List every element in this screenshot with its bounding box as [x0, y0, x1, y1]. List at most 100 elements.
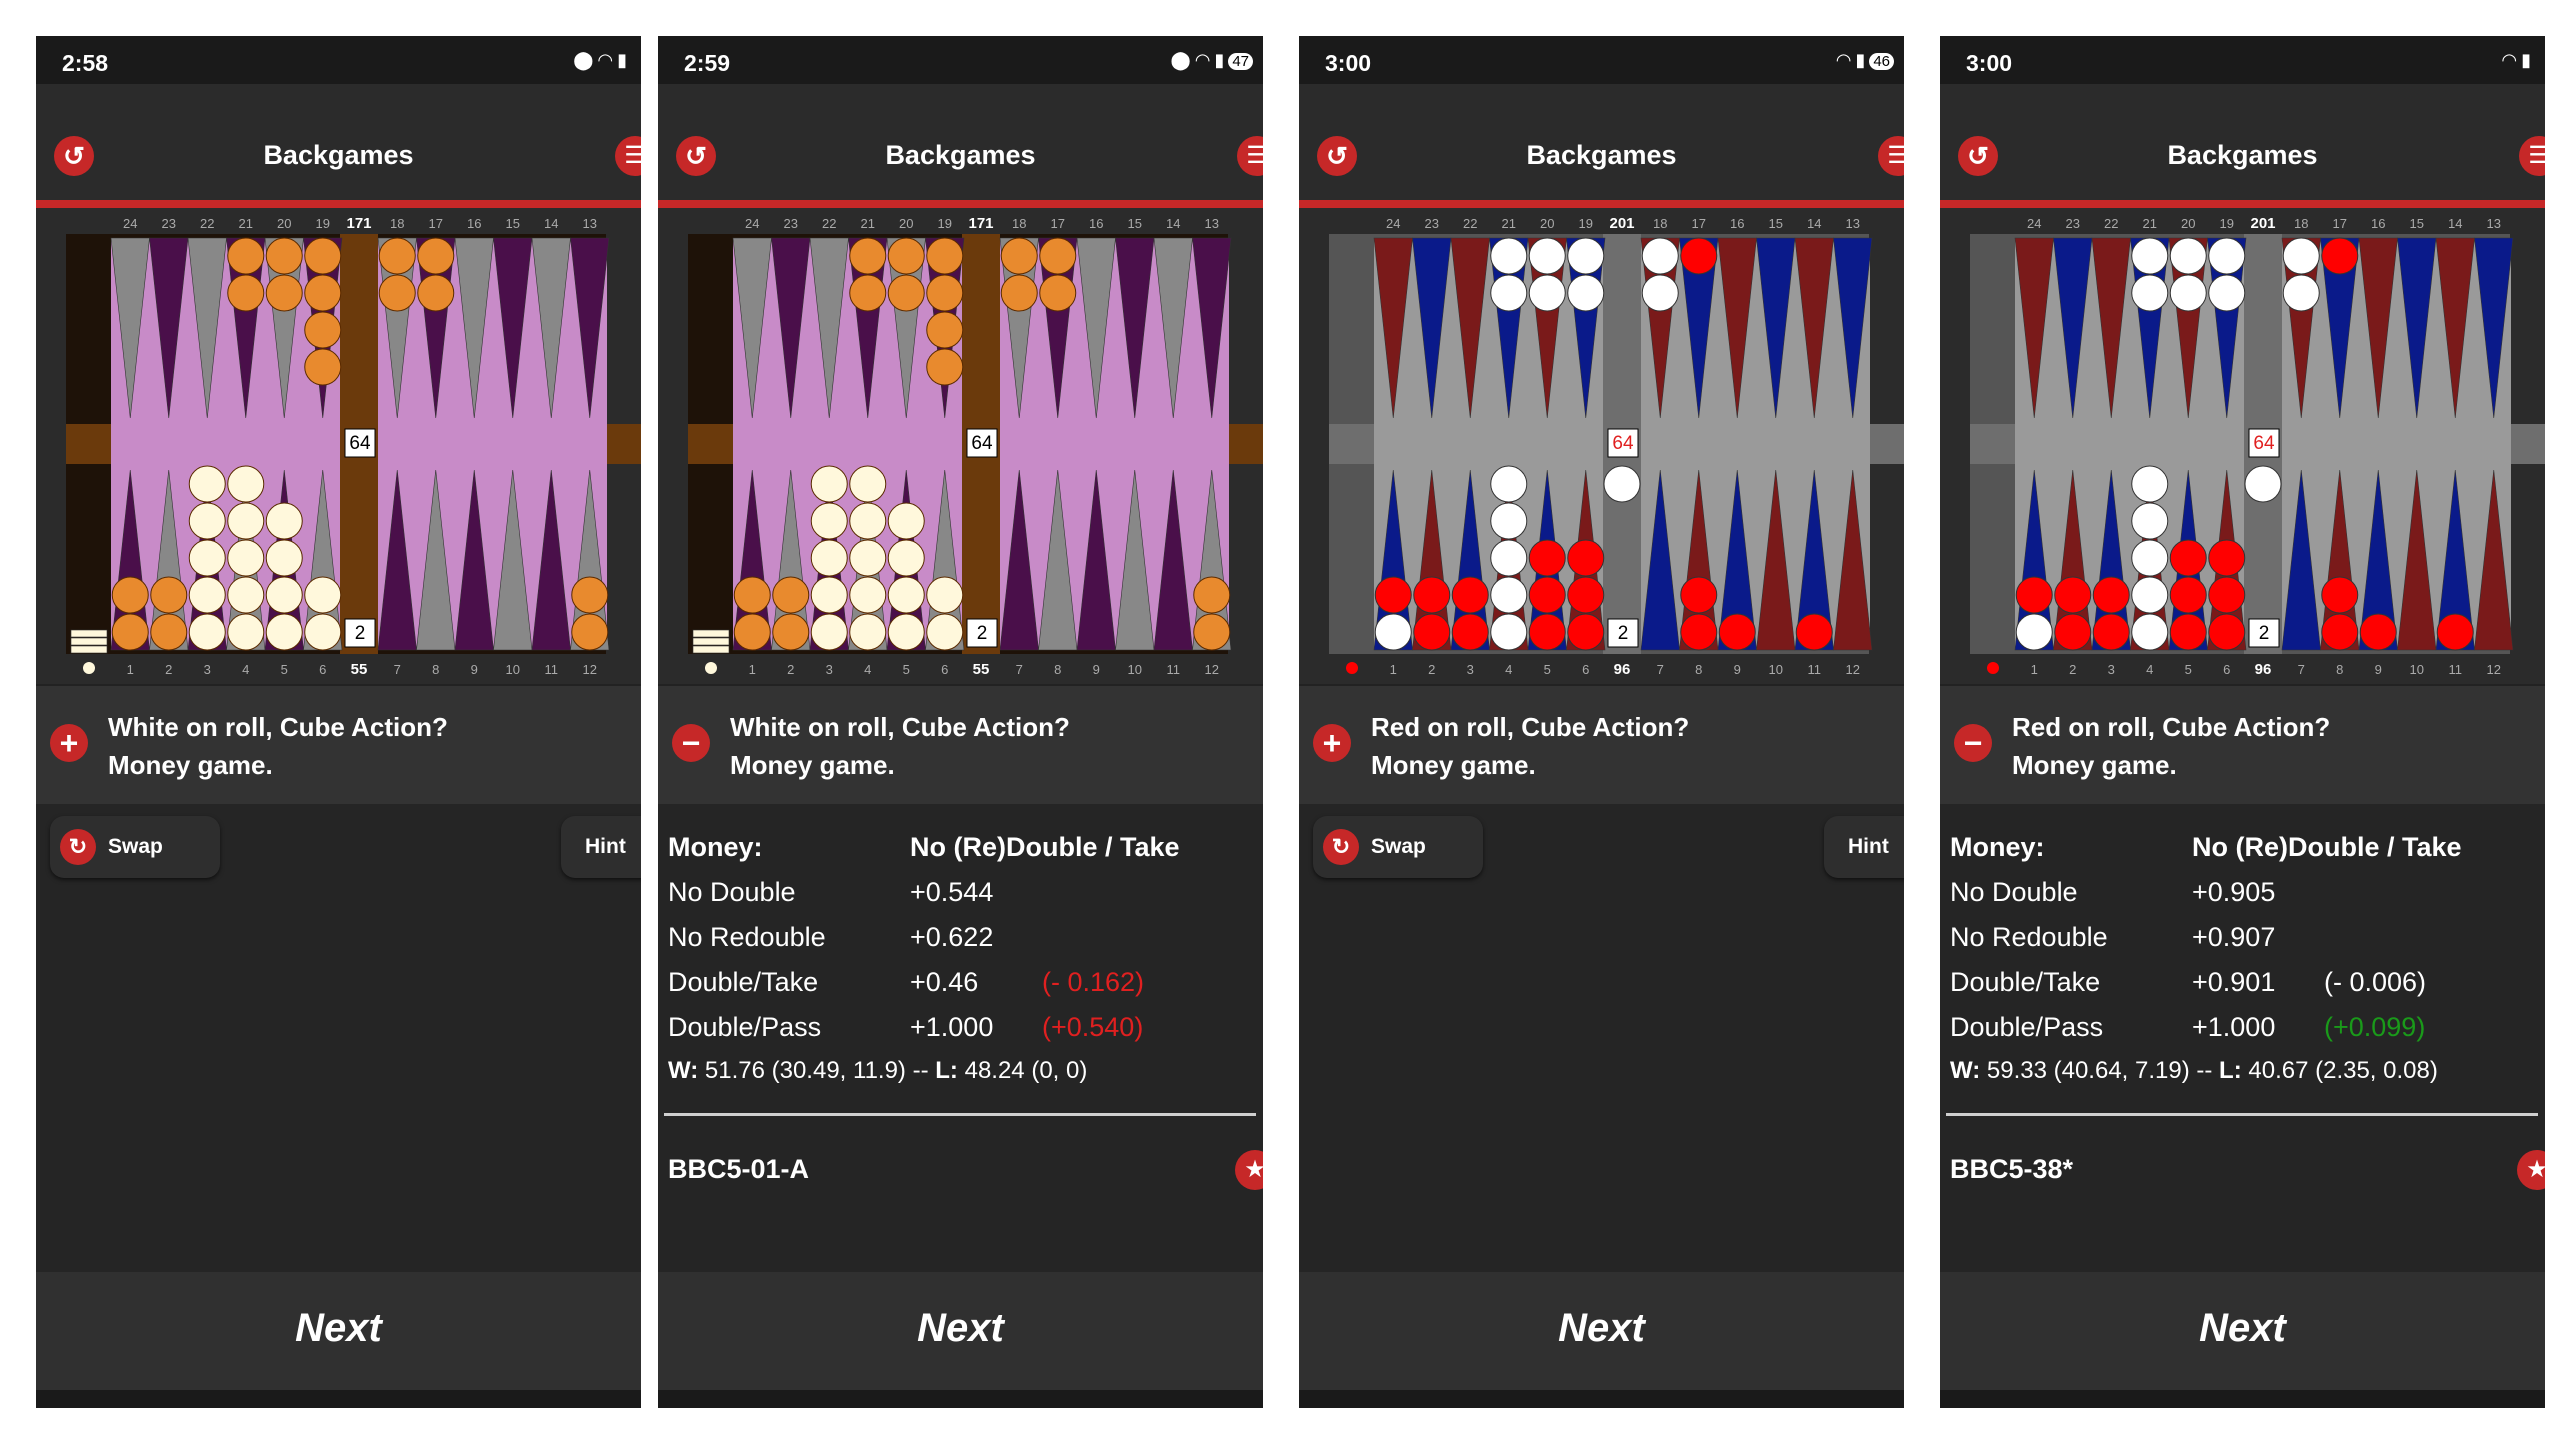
checker — [188, 576, 226, 614]
point-number-label: 3 — [1467, 662, 1474, 677]
checker — [227, 539, 265, 577]
backgammon-board[interactable]: 2412322232142051961871781691510141113122… — [1940, 208, 2545, 708]
turn-indicator-dot — [83, 662, 95, 674]
board-container[interactable]: 24 1 23 2 22 3 21 4 20 5 19 6 18 7 17 8 16 9 15 10 14 11 13 12 2… — [1940, 208, 2545, 708]
checker — [926, 237, 964, 275]
analysis-row: Double/Pass +1.000 (+0.099) — [1950, 1012, 2535, 1057]
point-number-label: 13 — [1846, 216, 1860, 231]
checker — [265, 502, 303, 540]
phone-screen: 3:00 ◠▮ ↺ Backgames ☰ 24 1 23 2 22 3 21 4 20 5 19 6 18 7 17… — [1940, 36, 2545, 1408]
point-number-label: 7 — [2298, 662, 2305, 677]
point-number-label: 17 — [2333, 216, 2347, 231]
analysis-row: No Double +0.905 — [1950, 877, 2535, 922]
backgammon-board[interactable]: 2412322232142051961871781691510141113121… — [658, 208, 1263, 708]
backgammon-board[interactable]: 2412322232142051961871781691510141113121… — [36, 208, 641, 708]
loss-value: 40.67 (2.35, 0.08) — [2248, 1057, 2438, 1084]
checker — [304, 576, 342, 614]
checker — [1374, 576, 1412, 614]
board-container[interactable]: 24 1 23 2 22 3 21 4 20 5 19 6 18 7 17 8 16 9 15 10 14 11 13 12 2… — [1299, 208, 1904, 708]
pip-count-bottom: 96 — [1614, 661, 1631, 678]
point-number-label: 21 — [861, 216, 875, 231]
plus-icon[interactable]: + — [50, 724, 88, 762]
analysis-row-label: Double/Pass — [1950, 1012, 2104, 1042]
left-tray — [1329, 424, 1374, 464]
point-number-label: 13 — [583, 216, 597, 231]
checker — [150, 576, 188, 614]
point-number-label: 22 — [1463, 216, 1477, 231]
next-button[interactable]: Next — [36, 1272, 641, 1390]
checker — [926, 576, 964, 614]
checker — [1490, 465, 1528, 503]
checker — [2131, 539, 2169, 577]
checker — [227, 576, 265, 614]
plus-icon[interactable]: + — [1313, 724, 1351, 762]
point-number-label: 22 — [822, 216, 836, 231]
checker — [571, 576, 609, 614]
next-button[interactable]: Next — [658, 1272, 1263, 1390]
checker — [1039, 274, 1077, 312]
point-number-label: 17 — [1051, 216, 1065, 231]
point-number-label: 5 — [903, 662, 910, 677]
analysis-row: No Redouble +0.622 — [668, 922, 1253, 967]
point-number-label: 22 — [2104, 216, 2118, 231]
right-tray — [1870, 424, 1904, 464]
question-panel: − White on roll, Cube Action? Money game. — [658, 684, 1263, 804]
phone-screen: 2:59 ⬤◠▮ 47 ↺ Backgames ☰ 24 1 23 2 22 3 21 4 20 5 19 6 18… — [658, 36, 1263, 1408]
checker — [2208, 613, 2246, 651]
signal-icon: ▮ — [1855, 50, 1870, 70]
favorite-star-icon[interactable]: ★ — [1235, 1150, 1263, 1190]
backgammon-board[interactable]: 2412322232142051961871781691510141113122… — [1299, 208, 1904, 708]
analysis-row-label: Double/Pass — [668, 1012, 822, 1042]
minus-icon[interactable]: − — [672, 724, 710, 762]
next-button[interactable]: Next — [1940, 1272, 2545, 1390]
pip-count-bottom: 96 — [2255, 661, 2272, 678]
dice-value: 2 — [2259, 623, 2270, 644]
minus-icon[interactable]: − — [1954, 724, 1992, 762]
swap-button[interactable]: ↻ Swap — [1313, 816, 1483, 878]
checker — [2169, 613, 2207, 651]
analysis-panel: Money: No (Re)Double / Take No Double +0.54… — [668, 832, 1253, 1097]
pip-count-bottom: 55 — [973, 661, 990, 678]
point-number-label: 14 — [544, 216, 558, 231]
analysis-row-diff: (+0.540) — [1042, 1012, 1144, 1042]
next-label: Next — [2199, 1306, 2286, 1350]
point-number-label: 2 — [165, 662, 172, 677]
point-number-label: 20 — [899, 216, 913, 231]
hint-button[interactable]: Hint — [1824, 816, 1904, 878]
hint-button[interactable]: Hint — [561, 816, 641, 878]
checker — [1000, 274, 1038, 312]
point-number-label: 7 — [1657, 662, 1664, 677]
point-number-label: 5 — [1544, 662, 1551, 677]
checker — [887, 502, 925, 540]
checker — [265, 613, 303, 651]
phone-screen: 3:00 ◠▮ 46 ↺ Backgames ☰ 24 1 23 2 22 3 21 4 20 5 19 6 18 7… — [1299, 36, 1904, 1408]
turn-indicator-dot — [1987, 662, 1999, 674]
wifi-icon: ◠ — [1194, 50, 1215, 70]
checker — [810, 502, 848, 540]
question-subtext: Money game. — [108, 750, 273, 780]
right-tray — [607, 424, 641, 464]
next-button[interactable]: Next — [1299, 1272, 1904, 1390]
checker — [1451, 576, 1489, 614]
point-number-label: 9 — [1734, 662, 1741, 677]
favorite-star-icon[interactable]: ★ — [2517, 1150, 2545, 1190]
board-container[interactable]: 24 1 23 2 22 3 21 4 20 5 19 6 18 7 17 8 16 9 15 10 14 11 13 12 1… — [658, 208, 1263, 708]
point-number-label: 17 — [1692, 216, 1706, 231]
checker — [1528, 274, 1566, 312]
analysis-row-label: No Double — [668, 877, 796, 907]
point-number-label: 19 — [2220, 216, 2234, 231]
checker — [2169, 237, 2207, 275]
checker — [378, 237, 416, 275]
checker — [111, 576, 149, 614]
right-tray — [2511, 424, 2545, 464]
status-icons: ◠▮ — [2501, 50, 2535, 71]
checker — [2208, 539, 2246, 577]
question-panel: + Red on roll, Cube Action? Money game. — [1299, 684, 1904, 804]
point-number-label: 19 — [1579, 216, 1593, 231]
board-container[interactable]: 24 1 23 2 22 3 21 4 20 5 19 6 18 7 17 8 16 9 15 10 14 11 13 12 1… — [36, 208, 641, 708]
swap-button[interactable]: ↻ Swap — [50, 816, 220, 878]
pip-count-top: 201 — [2250, 215, 2275, 232]
point-number-label: 20 — [1540, 216, 1554, 231]
point-number-label: 5 — [2185, 662, 2192, 677]
loss-value: 48.24 (0, 0) — [964, 1057, 1088, 1084]
